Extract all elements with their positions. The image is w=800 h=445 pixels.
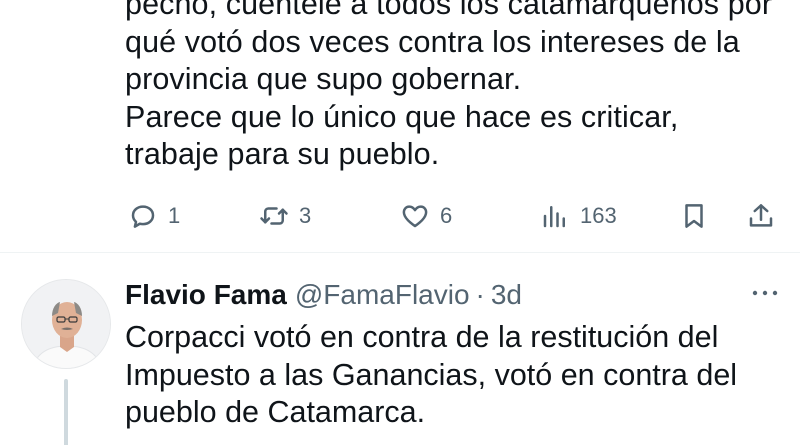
tweet-text-line: Corpacci votó en contra de la restitució… (125, 320, 719, 354)
bookmark-button[interactable] (679, 196, 709, 236)
tweet[interactable]: Flavio Fama @FamaFlavio · 3d Corpacci vo… (0, 253, 800, 445)
thread-line (64, 379, 68, 445)
tweet-action-bar: 1 3 6 163 (0, 196, 800, 236)
share-button[interactable] (746, 196, 776, 236)
more-icon (752, 290, 778, 296)
tweet-text-line: pueblo de Catamarca. (125, 395, 426, 429)
retweet-button[interactable]: 3 (259, 196, 311, 236)
tweet-previous[interactable]: pecho, cuentele a todos los catamarqueño… (0, 0, 800, 248)
views-button[interactable]: 163 (540, 196, 617, 236)
tweet-text-line: qué votó dos veces contra los intereses … (125, 24, 740, 59)
tweet-text: Corpacci votó en contra de la restitució… (125, 319, 785, 432)
reply-count: 1 (168, 203, 181, 228)
avatar-photo (22, 280, 110, 368)
tweet-text: pecho, cuentele a todos los catamarqueño… (125, 0, 775, 174)
tweet-timestamp[interactable]: 3d (491, 279, 522, 311)
tweet-text-line: pecho, cuentele a todos los catamarqueño… (125, 0, 773, 21)
avatar[interactable] (21, 279, 111, 369)
retweet-count: 3 (299, 203, 312, 228)
author-handle[interactable]: @FamaFlavio (295, 279, 470, 311)
reply-button[interactable]: 1 (128, 196, 180, 236)
heart-icon (402, 205, 428, 228)
more-button[interactable] (750, 283, 780, 303)
tweet-text-line: trabaje para su pueblo. (125, 137, 440, 171)
like-button[interactable]: 6 (400, 196, 452, 236)
tweet-header: Flavio Fama @FamaFlavio · 3d (125, 279, 522, 311)
views-icon (543, 206, 565, 228)
tweet-text-line: Parece que lo único que hace es criticar… (125, 99, 679, 134)
retweet-icon (260, 207, 288, 225)
like-count: 6 (440, 203, 453, 228)
tweet-text-line: provincia que supo gobernar. (125, 62, 522, 96)
tweet-text-line: Impuesto a las Ganancias, votó en contra… (125, 357, 738, 392)
views-count: 163 (580, 203, 617, 228)
bookmark-icon (685, 204, 703, 228)
reply-icon (131, 205, 155, 228)
author-name[interactable]: Flavio Fama (125, 279, 287, 311)
separator-dot: · (475, 279, 485, 310)
share-icon (749, 204, 773, 227)
